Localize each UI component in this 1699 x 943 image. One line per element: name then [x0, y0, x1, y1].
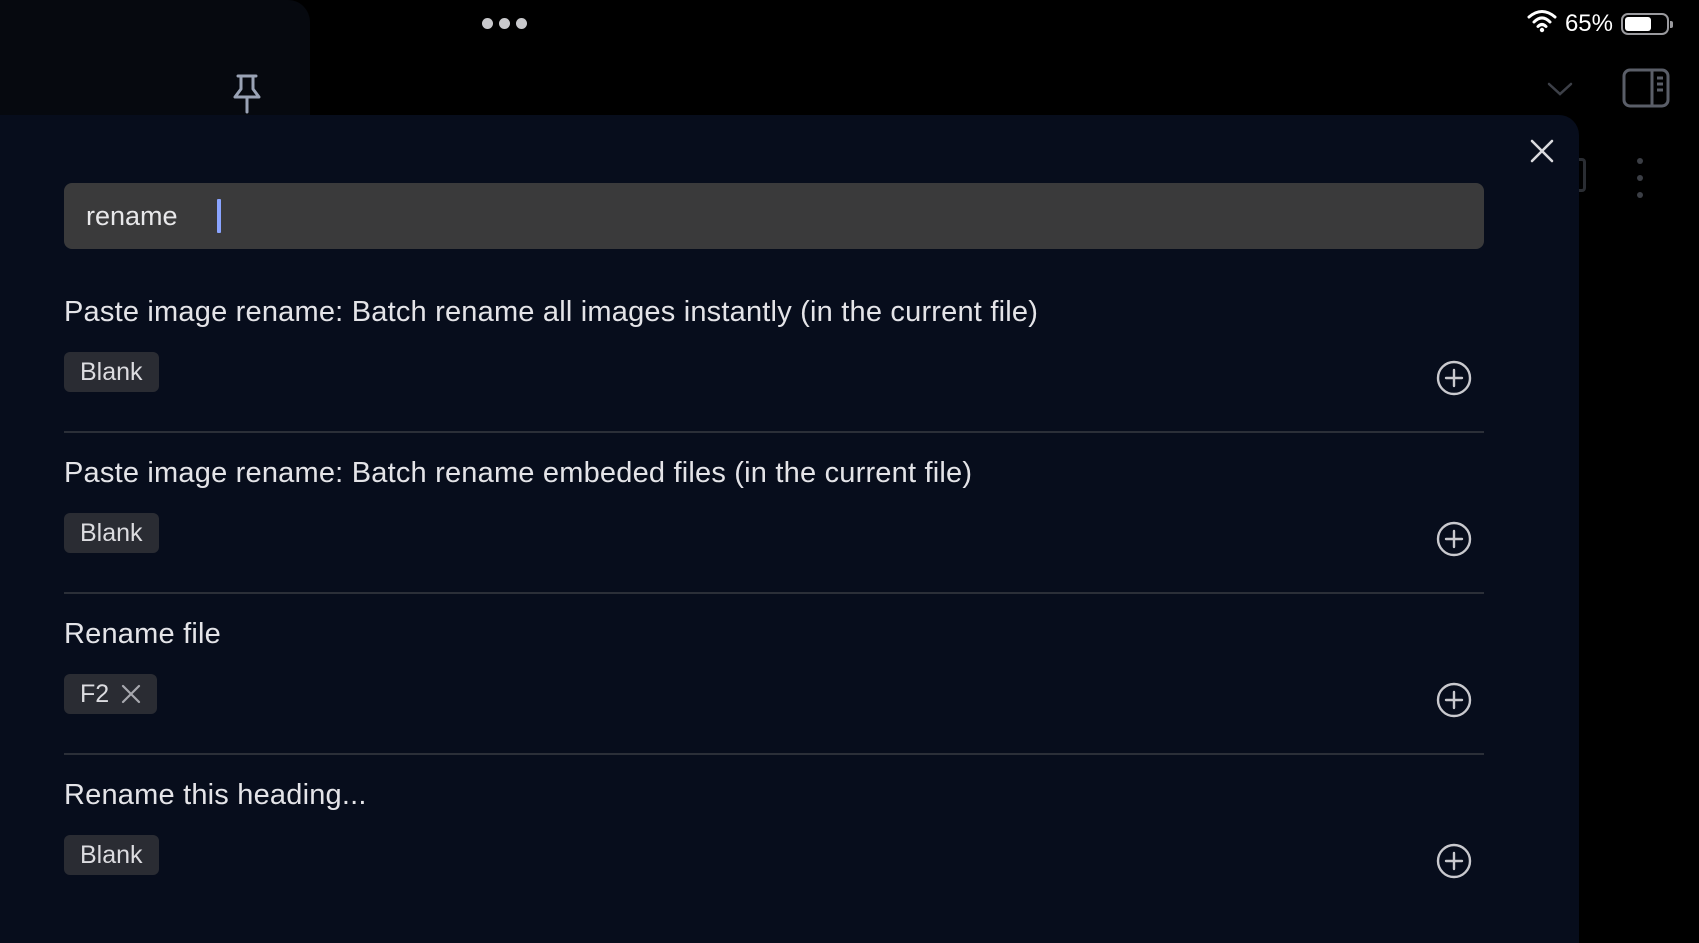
command-list: Paste image rename: Batch rename all ima… [64, 272, 1484, 916]
command-item: Paste image rename: Batch rename all ima… [64, 272, 1484, 433]
hotkey-list: Blank [64, 513, 159, 553]
hotkey-label: F2 [80, 679, 110, 708]
command-title: Paste image rename: Batch rename embeded… [64, 457, 973, 489]
command-item: Paste image rename: Batch rename embeded… [64, 433, 1484, 594]
battery-icon [1621, 13, 1673, 35]
hotkey-list: F2 [64, 674, 158, 714]
chevron-down-icon[interactable] [1543, 74, 1577, 104]
hotkey-chip[interactable]: Blank [64, 835, 159, 875]
battery-percent: 65% [1564, 10, 1613, 37]
hotkey-label: Blank [80, 357, 143, 386]
wifi-icon [1527, 9, 1557, 40]
hotkey-label: Blank [80, 518, 143, 547]
hotkey-chip[interactable]: Blank [64, 513, 159, 553]
status-indicators: 65% [1527, 8, 1673, 40]
remove-hotkey-icon[interactable] [121, 684, 141, 704]
command-title: Rename file [64, 618, 221, 650]
command-title: Rename this heading... [64, 779, 367, 811]
add-hotkey-icon[interactable] [1435, 681, 1473, 719]
hotkey-chip[interactable]: Blank [64, 352, 159, 392]
close-icon[interactable] [1525, 134, 1559, 168]
command-item: Rename file F2 [64, 594, 1484, 755]
search-field[interactable] [64, 183, 1484, 249]
status-bar: 65% [0, 0, 1699, 48]
pin-icon[interactable] [226, 70, 268, 118]
add-hotkey-icon[interactable] [1435, 520, 1473, 558]
hotkey-list: Blank [64, 835, 159, 875]
hotkey-chip: F2 [64, 674, 158, 714]
search-input[interactable] [86, 200, 216, 232]
hotkey-label: Blank [80, 840, 143, 869]
screen: 65% P [0, 0, 1699, 943]
multitasking-dots-icon[interactable] [482, 18, 527, 29]
text-caret [217, 199, 221, 233]
more-vertical-icon[interactable] [1628, 158, 1652, 198]
right-sidebar-toggle-icon[interactable] [1620, 66, 1672, 110]
add-hotkey-icon[interactable] [1435, 842, 1473, 880]
command-title: Paste image rename: Batch rename all ima… [64, 296, 1039, 328]
add-hotkey-icon[interactable] [1435, 359, 1473, 397]
hotkey-list: Blank [64, 352, 159, 392]
battery-level-fill [1625, 17, 1651, 31]
command-item: Rename this heading... Blank [64, 755, 1484, 916]
